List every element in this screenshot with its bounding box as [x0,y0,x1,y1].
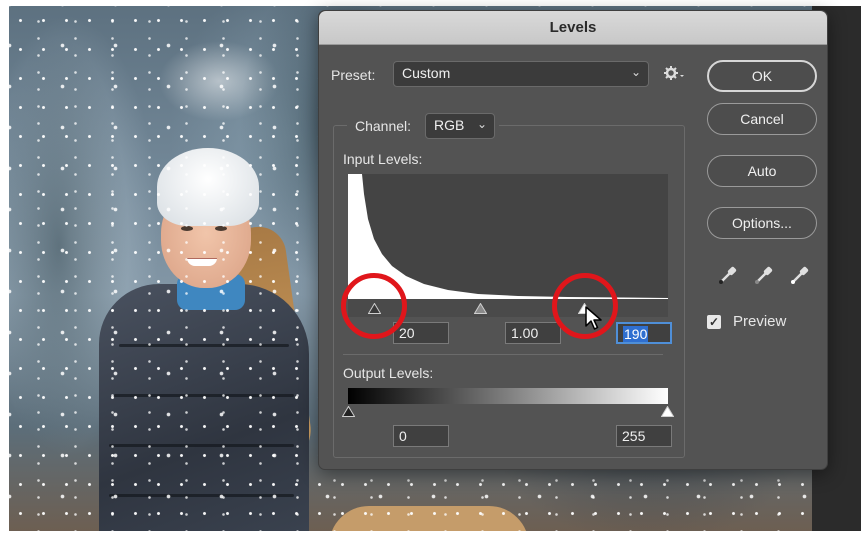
levels-dialog: Levels Preset: Custom ⌄ Channel: RGB ⌄ I… [318,10,828,470]
output-gradient [348,388,668,404]
input-white-field[interactable]: 190 [616,322,672,344]
preview-label: Preview [733,313,787,330]
ok-button[interactable]: OK [707,60,817,92]
channel-select[interactable]: RGB ⌄ [425,113,495,139]
highlight-circle [341,273,407,339]
input-gamma-handle[interactable] [474,303,487,314]
output-levels-label: Output Levels: [343,365,434,381]
input-black-field[interactable]: 20 [393,322,449,344]
preset-select[interactable]: Custom ⌄ [393,61,649,87]
preview-checkbox[interactable]: ✓ [707,315,721,329]
output-white-handle[interactable] [661,406,674,417]
input-levels-label: Input Levels: [343,151,423,167]
output-black-handle[interactable] [342,406,355,417]
output-white-field[interactable]: 255 [616,425,672,447]
dialog-titlebar[interactable]: Levels [319,11,827,45]
preset-value: Custom [402,65,451,81]
output-black-field[interactable]: 0 [393,425,449,447]
histogram [348,174,668,299]
input-black-value: 20 [399,325,415,341]
gray-point-eyedropper-icon[interactable] [753,264,775,286]
channel-label: Channel: [355,118,412,134]
output-black-value: 0 [399,428,407,444]
black-point-eyedropper-icon[interactable] [717,264,739,286]
histogram-graph [348,174,668,299]
divider [343,354,663,355]
dialog-title: Levels [549,19,597,36]
input-gamma-field[interactable]: 1.00 [505,322,561,344]
cancel-button[interactable]: Cancel [707,103,817,135]
channel-row: Channel: RGB ⌄ [347,113,499,139]
output-levels-slider[interactable] [342,404,674,420]
options-button[interactable]: Options... [707,207,817,239]
input-white-value: 190 [623,326,649,342]
auto-button[interactable]: Auto [707,155,817,187]
preset-label: Preset: [331,67,376,83]
chevron-down-icon: ⌄ [630,65,641,79]
input-gamma-value: 1.00 [511,325,539,341]
screenshot-stage: Levels Preset: Custom ⌄ Channel: RGB ⌄ I… [0,0,861,533]
white-point-eyedropper-icon[interactable] [789,264,811,286]
output-white-value: 255 [622,428,646,444]
chevron-down-icon: ⌄ [476,117,487,131]
mouse-pointer-icon [585,306,602,330]
channel-value: RGB [434,117,465,133]
gear-icon[interactable] [663,65,685,85]
